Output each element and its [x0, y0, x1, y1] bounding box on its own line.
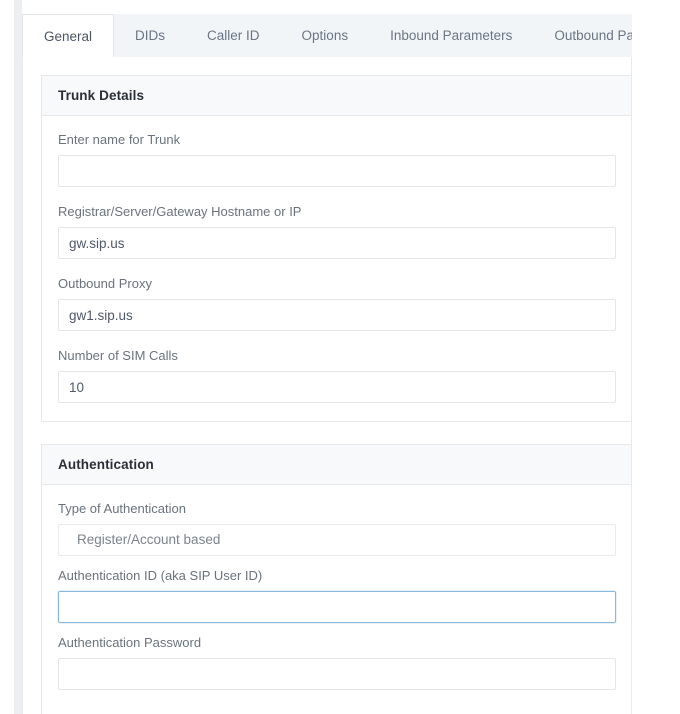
card-title-trunk-details: Trunk Details [42, 76, 631, 116]
field-auth-id: Authentication ID (aka SIP User ID) [58, 568, 616, 623]
card-authentication: Authentication Type of Authentication Re… [41, 444, 631, 714]
field-auth-password: Authentication Password [58, 635, 616, 690]
label-outbound-proxy: Outbound Proxy [58, 276, 152, 291]
field-outbound-proxy: Outbound Proxy [58, 276, 616, 331]
field-trunk-name: Enter name for Trunk [58, 132, 616, 187]
label-auth-type: Type of Authentication [58, 501, 186, 516]
tab-dids[interactable]: DIDs [114, 14, 186, 57]
trunk-tab-bar: General DIDs Caller ID Options Inbound Param… [22, 14, 632, 58]
tab-general[interactable]: General [22, 14, 115, 57]
input-auth-password[interactable] [58, 658, 616, 690]
tab-inbound-parameters[interactable]: Inbound Parameters [369, 14, 533, 57]
card-body-authentication: Type of Authentication Register/Account … [42, 485, 631, 714]
label-trunk-name: Enter name for Trunk [58, 132, 181, 147]
card-title-authentication: Authentication [42, 445, 631, 485]
field-auth-type: Type of Authentication Register/Account … [58, 501, 616, 556]
card-body-trunk-details: Enter name for Trunk Registrar/Server/Ga… [42, 116, 631, 421]
label-sim-calls: Number of SIM Calls [58, 348, 178, 363]
tab-caller-id[interactable]: Caller ID [186, 14, 281, 57]
label-auth-id: Authentication ID (aka SIP User ID) [58, 568, 263, 583]
label-registrar: Registrar/Server/Gateway Hostname or IP [58, 204, 302, 219]
input-registrar[interactable] [58, 227, 616, 259]
input-auth-id[interactable] [58, 591, 616, 623]
card-trunk-details: Trunk Details Enter name for Trunk Regis… [41, 75, 631, 422]
page-left-gutter [14, 0, 22, 714]
input-sim-calls[interactable] [58, 371, 616, 403]
field-registrar: Registrar/Server/Gateway Hostname or IP [58, 204, 616, 259]
input-outbound-proxy[interactable] [58, 299, 616, 331]
label-auth-password: Authentication Password [58, 635, 202, 650]
input-trunk-name[interactable] [58, 155, 616, 187]
select-auth-type[interactable]: Register/Account based [58, 524, 616, 556]
field-sim-calls: Number of SIM Calls [58, 348, 616, 403]
tab-outbound-parameters[interactable]: Outbound Parameters [533, 14, 632, 57]
tab-options[interactable]: Options [281, 14, 370, 57]
tab-panel-general: Trunk Details Enter name for Trunk Regis… [22, 57, 632, 714]
trunk-configuration-page: General DIDs Caller ID Options Inbound Param… [0, 0, 680, 714]
